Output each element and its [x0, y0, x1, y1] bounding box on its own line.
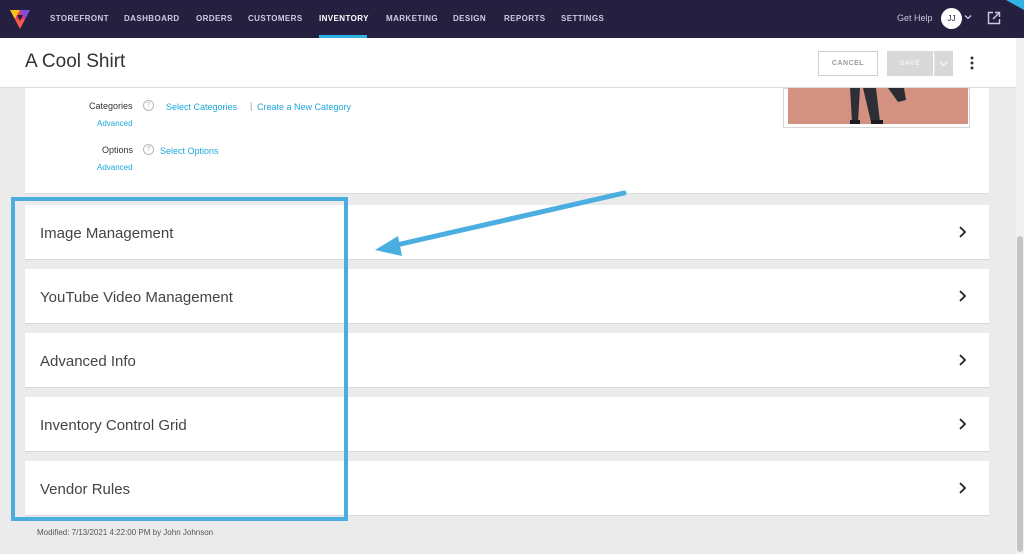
nav-customers[interactable]: CUSTOMERS: [248, 0, 303, 38]
chevron-right-icon: [959, 290, 967, 302]
options-advanced-link[interactable]: Advanced: [97, 163, 133, 172]
get-help-link[interactable]: Get Help: [897, 13, 933, 23]
help-icon[interactable]: ?: [143, 100, 154, 111]
save-options-dropdown[interactable]: [934, 51, 953, 76]
page-title: A Cool Shirt: [25, 51, 126, 72]
help-icon[interactable]: ?: [143, 144, 154, 155]
nav-inventory[interactable]: INVENTORY: [319, 0, 369, 38]
product-image[interactable]: [788, 88, 968, 124]
save-button[interactable]: SAVE: [887, 51, 933, 76]
modified-timestamp: Modified: 7/13/2021 4:22:00 PM by John J…: [37, 528, 214, 537]
nav-orders[interactable]: ORDERS: [196, 0, 233, 38]
chevron-right-icon: [959, 354, 967, 366]
nav-reports[interactable]: REPORTS: [504, 0, 545, 38]
chevron-right-icon: [959, 226, 967, 238]
page-header: A Cool Shirt CANCEL SAVE: [0, 38, 1016, 88]
create-category-link[interactable]: Create a New Category: [257, 102, 351, 112]
user-avatar[interactable]: JJ: [941, 8, 962, 29]
chevron-right-icon: [959, 418, 967, 430]
more-options-icon[interactable]: [965, 54, 979, 72]
cancel-button[interactable]: CANCEL: [818, 51, 878, 76]
user-menu-chevron-icon[interactable]: [964, 13, 972, 21]
nav-storefront[interactable]: STOREFRONT: [50, 0, 109, 38]
nav-design[interactable]: DESIGN: [453, 0, 486, 38]
categories-advanced-link[interactable]: Advanced: [97, 119, 133, 128]
external-link-icon[interactable]: [987, 11, 1001, 25]
select-categories-link[interactable]: Select Categories: [166, 102, 237, 112]
nav-settings[interactable]: SETTINGS: [561, 0, 604, 38]
scrollbar-thumb[interactable]: [1017, 236, 1023, 552]
corner-notification-flag: [1006, 0, 1024, 10]
options-label: Options: [102, 145, 134, 155]
chevron-down-icon: [934, 55, 948, 72]
nav-dashboard[interactable]: DASHBOARD: [124, 0, 180, 38]
nav-marketing[interactable]: MARKETING: [386, 0, 438, 38]
annotation-highlight-box: [11, 197, 348, 521]
chevron-right-icon: [959, 482, 967, 494]
select-options-link[interactable]: Select Options: [160, 146, 219, 156]
categories-label: Categories: [89, 101, 133, 111]
link-separator: |: [250, 101, 253, 111]
logo-icon[interactable]: [8, 7, 32, 31]
top-navigation-bar: STOREFRONT DASHBOARD ORDERS CUSTOMERS IN…: [0, 0, 1024, 38]
